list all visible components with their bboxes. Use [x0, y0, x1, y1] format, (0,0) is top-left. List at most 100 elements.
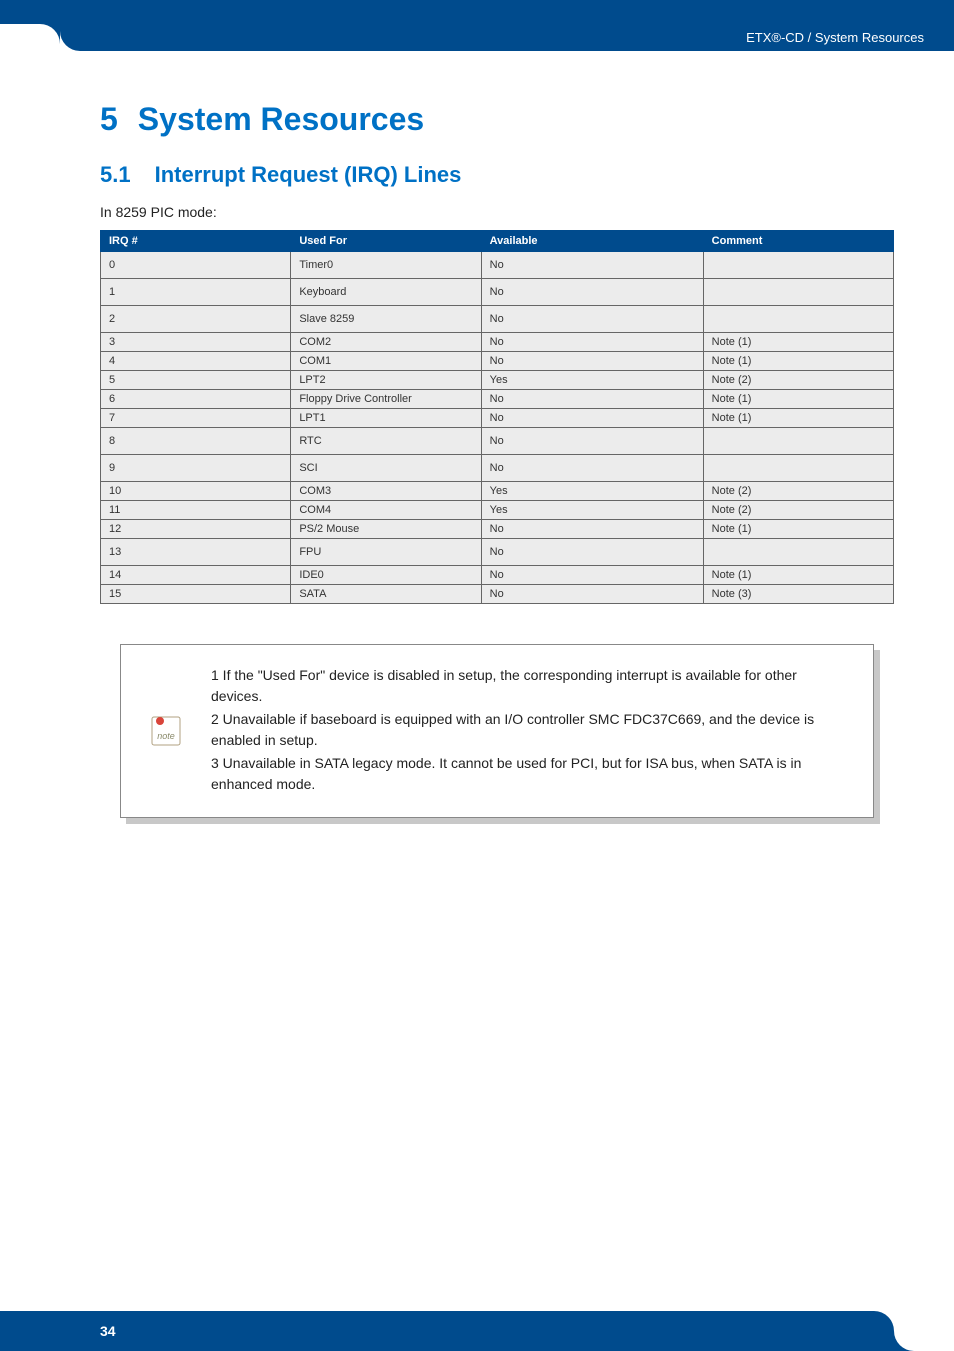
cell-avail: No: [481, 428, 703, 455]
cell-avail: No: [481, 409, 703, 428]
table-row: 7LPT1NoNote (1): [101, 409, 894, 428]
cell-avail: No: [481, 279, 703, 306]
cell-irq: 6: [101, 390, 291, 409]
cell-irq: 8: [101, 428, 291, 455]
cell-used: SATA: [291, 585, 481, 604]
cell-comment: Note (1): [703, 520, 893, 539]
intro-text: In 8259 PIC mode:: [100, 204, 894, 220]
cell-comment: Note (1): [703, 390, 893, 409]
cell-irq: 1: [101, 279, 291, 306]
cell-comment: [703, 252, 893, 279]
table-row: 10COM3YesNote (2): [101, 482, 894, 501]
cell-irq: 10: [101, 482, 291, 501]
table-row: 9SCINo: [101, 455, 894, 482]
cell-used: COM3: [291, 482, 481, 501]
cell-comment: Note (1): [703, 566, 893, 585]
cell-irq: 2: [101, 306, 291, 333]
table-row: 0Timer0No: [101, 252, 894, 279]
table-row: 15SATANoNote (3): [101, 585, 894, 604]
section-number: 5.1: [100, 162, 131, 188]
header-used-for: Used For: [291, 231, 481, 252]
header-comment: Comment: [703, 231, 893, 252]
cell-avail: No: [481, 566, 703, 585]
chapter-title: System Resources: [138, 101, 424, 137]
top-bar: [0, 0, 954, 24]
footer-curve-decoration: [894, 1311, 954, 1351]
cell-comment: Note (1): [703, 409, 893, 428]
breadcrumb: ETX®-CD / System Resources: [746, 30, 924, 45]
cell-comment: Note (2): [703, 482, 893, 501]
table-row: 1KeyboardNo: [101, 279, 894, 306]
cell-used: COM4: [291, 501, 481, 520]
cell-avail: No: [481, 520, 703, 539]
note-3: 3 Unavailable in SATA legacy mode. It ca…: [211, 753, 843, 795]
section-heading: 5.1 Interrupt Request (IRQ) Lines: [100, 162, 894, 188]
table-row: 3COM2NoNote (1): [101, 333, 894, 352]
table-row: 12PS/2 MouseNoNote (1): [101, 520, 894, 539]
cell-used: PS/2 Mouse: [291, 520, 481, 539]
section-title: Interrupt Request (IRQ) Lines: [155, 162, 462, 187]
cell-avail: No: [481, 455, 703, 482]
cell-avail: No: [481, 585, 703, 604]
cell-used: Keyboard: [291, 279, 481, 306]
cell-irq: 3: [101, 333, 291, 352]
header-curve-decoration: [0, 24, 60, 54]
cell-avail: Yes: [481, 482, 703, 501]
cell-irq: 11: [101, 501, 291, 520]
cell-used: Timer0: [291, 252, 481, 279]
cell-irq: 9: [101, 455, 291, 482]
cell-comment: Note (3): [703, 585, 893, 604]
table-row: 11COM4YesNote (2): [101, 501, 894, 520]
cell-used: SCI: [291, 455, 481, 482]
cell-irq: 4: [101, 352, 291, 371]
cell-comment: [703, 539, 893, 566]
table-header-row: IRQ # Used For Available Comment: [101, 231, 894, 252]
chapter-heading: 5 System Resources: [100, 101, 894, 138]
note-box-wrapper: note 1 If the "Used For" device is disab…: [120, 644, 874, 818]
table-row: 5LPT2YesNote (2): [101, 371, 894, 390]
cell-irq: 12: [101, 520, 291, 539]
cell-comment: [703, 279, 893, 306]
cell-used: LPT2: [291, 371, 481, 390]
table-row: 2Slave 8259No: [101, 306, 894, 333]
table-row: 14IDE0NoNote (1): [101, 566, 894, 585]
svg-text:note: note: [157, 731, 175, 741]
cell-irq: 14: [101, 566, 291, 585]
cell-used: Floppy Drive Controller: [291, 390, 481, 409]
cell-irq: 15: [101, 585, 291, 604]
cell-irq: 7: [101, 409, 291, 428]
table-row: 13FPUNo: [101, 539, 894, 566]
page-number: 34: [100, 1323, 116, 1339]
cell-comment: Note (1): [703, 333, 893, 352]
irq-table: IRQ # Used For Available Comment 0Timer0…: [100, 230, 894, 604]
page-content: 5 System Resources 5.1 Interrupt Request (…: [0, 51, 954, 818]
cell-used: LPT1: [291, 409, 481, 428]
table-row: 6Floppy Drive ControllerNoNote (1): [101, 390, 894, 409]
cell-avail: No: [481, 352, 703, 371]
table-row: 8RTCNo: [101, 428, 894, 455]
chapter-number: 5: [100, 101, 118, 138]
cell-comment: Note (1): [703, 352, 893, 371]
note-box: note 1 If the "Used For" device is disab…: [120, 644, 874, 818]
footer-bottom-line: [0, 1341, 954, 1351]
cell-used: COM1: [291, 352, 481, 371]
footer: 34: [0, 1301, 954, 1351]
cell-comment: Note (2): [703, 371, 893, 390]
cell-used: RTC: [291, 428, 481, 455]
cell-used: IDE0: [291, 566, 481, 585]
cell-avail: No: [481, 539, 703, 566]
cell-comment: Note (2): [703, 501, 893, 520]
cell-comment: [703, 428, 893, 455]
note-1: 1 If the "Used For" device is disabled i…: [211, 665, 843, 707]
cell-irq: 13: [101, 539, 291, 566]
cell-comment: [703, 306, 893, 333]
table-row: 4COM1NoNote (1): [101, 352, 894, 371]
cell-avail: No: [481, 252, 703, 279]
header-irq: IRQ #: [101, 231, 291, 252]
cell-avail: Yes: [481, 501, 703, 520]
cell-comment: [703, 455, 893, 482]
note-2: 2 Unavailable if baseboard is equipped w…: [211, 709, 843, 751]
header-breadcrumb-band: ETX®-CD / System Resources: [60, 24, 954, 51]
cell-avail: No: [481, 390, 703, 409]
cell-used: COM2: [291, 333, 481, 352]
